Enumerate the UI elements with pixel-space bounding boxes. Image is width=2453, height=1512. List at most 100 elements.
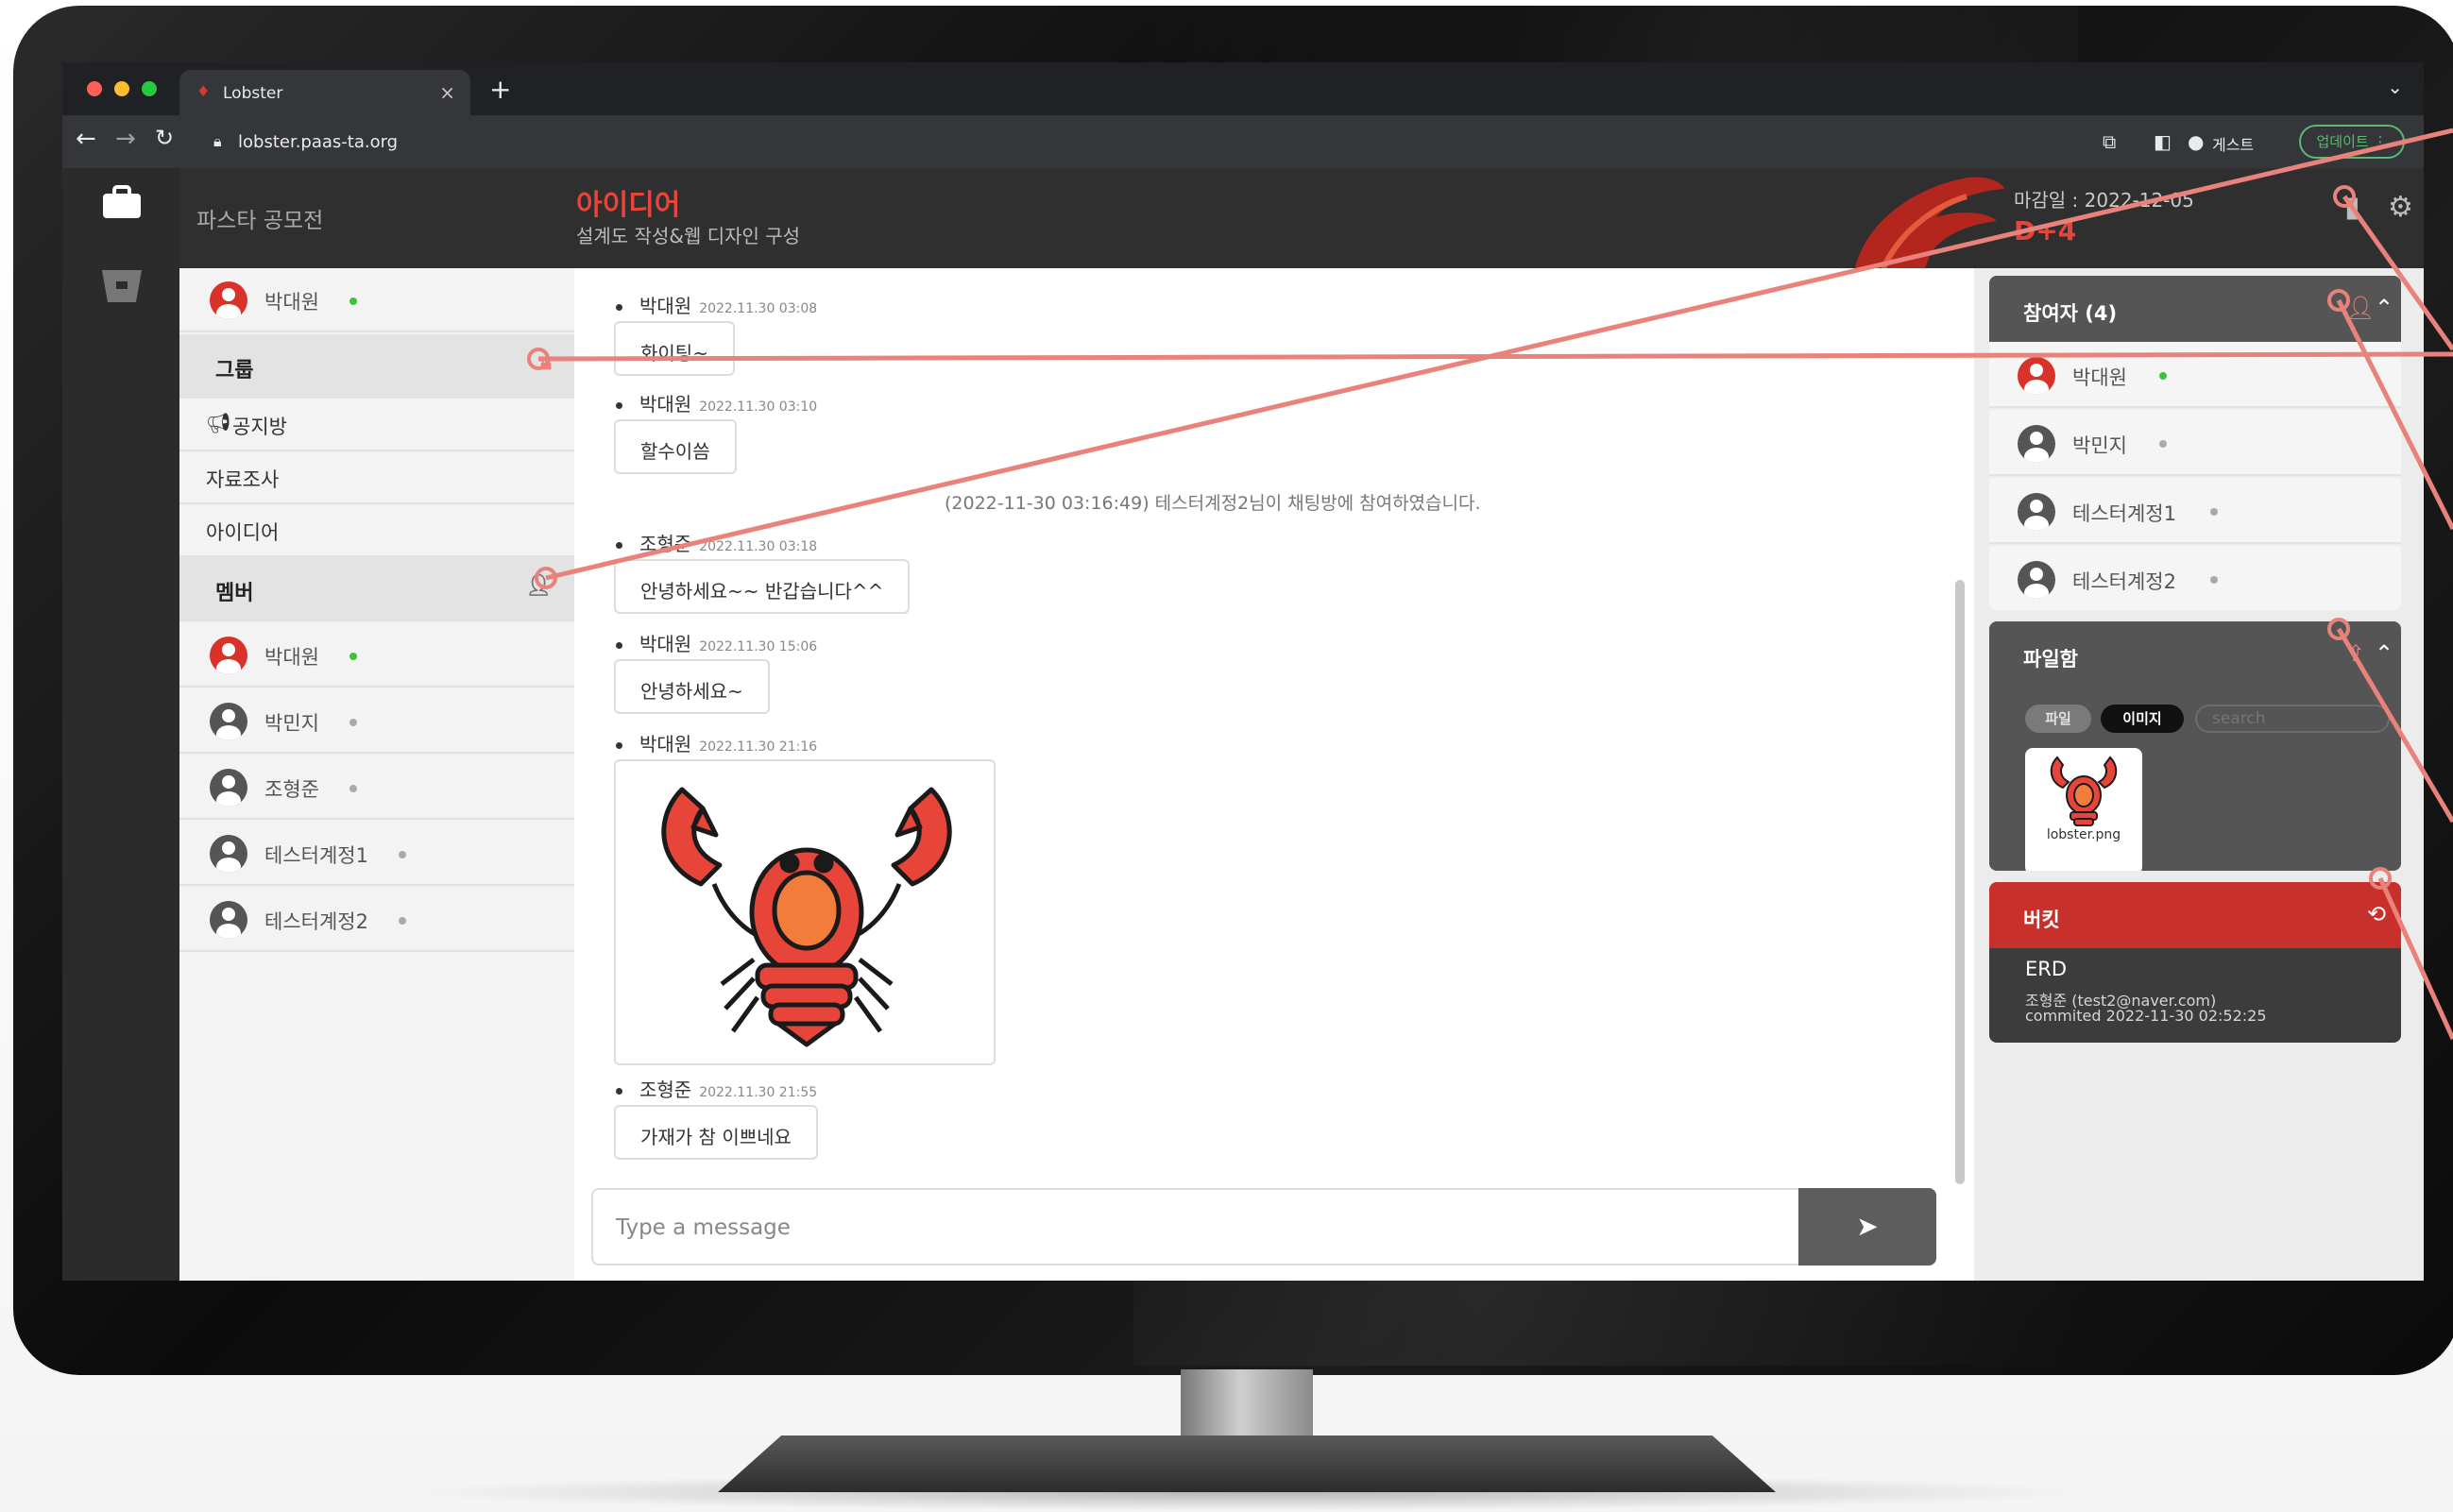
url-text: lobster.paas-ta.org: [238, 132, 399, 152]
close-window-button[interactable]: [87, 81, 102, 96]
member-name: 테스터계정1: [264, 844, 368, 867]
offline-status-dot: [399, 917, 406, 925]
message-bubble: 할수이씀: [614, 419, 737, 474]
avatar: [2018, 425, 2055, 463]
app-header: 파스타 공모전 아이디어 설계도 작성&웹 디자인 구성 마감일 : 2022-…: [179, 168, 2424, 268]
add-participant-icon[interactable]: 👤︎: [2346, 295, 2375, 321]
member-item[interactable]: 테스터계정2: [179, 888, 574, 952]
lobster-claw-logo: [1855, 177, 2004, 268]
forward-arrow-icon[interactable]: →: [115, 125, 136, 153]
sidepanel-icon[interactable]: ◧: [2154, 130, 2172, 153]
participant-item[interactable]: 박민지: [1989, 410, 2401, 476]
translate-icon[interactable]: ⧉: [2103, 130, 2116, 153]
close-tab-icon[interactable]: ×: [439, 81, 455, 104]
upload-file-icon[interactable]: ⇪: [2346, 640, 2365, 667]
message-time: 2022.11.30 15:06: [699, 639, 818, 654]
monitor-mockup: ♦ Lobster × + ⌄ ← → ↻ 🔒︎ lobster.paas-ta…: [0, 0, 2453, 1512]
profile-icon[interactable]: ●: [2188, 130, 2204, 153]
minimize-window-button[interactable]: [114, 81, 130, 96]
address-bar[interactable]: 🔒︎ lobster.paas-ta.org: [204, 124, 2140, 160]
avatar: [210, 703, 247, 740]
participant-name: 테스터계정1: [2072, 502, 2176, 525]
current-user-name: 박대원: [264, 291, 319, 314]
commit-title: ERD: [2025, 958, 2068, 980]
maximize-window-button[interactable]: [142, 81, 158, 96]
collapse-chevron-icon[interactable]: ⌃: [2375, 295, 2393, 321]
image-tab[interactable]: 이미지: [2101, 705, 2184, 733]
lobster-thumbnail: [2050, 756, 2118, 826]
current-user[interactable]: 박대원: [179, 268, 574, 332]
avatar: [210, 637, 247, 674]
lock-icon[interactable]: 🔒︎: [540, 351, 552, 375]
message-composer: ➤: [591, 1188, 1936, 1266]
file-box-body: 파일 이미지 search lobster.png: [1989, 688, 2401, 871]
bucket-header[interactable]: 버킷 ⟲: [1989, 882, 2401, 948]
commit-timestamp: commited 2022-11-30 02:52:25: [2025, 1007, 2267, 1025]
browser-tab[interactable]: ♦ Lobster ×: [179, 70, 470, 115]
participant-name: 테스터계정2: [2072, 570, 2176, 593]
participant-item[interactable]: 테스터계정1: [1989, 478, 2401, 544]
offline-status-dot: [349, 785, 357, 792]
participants-header[interactable]: 참여자 (4) 👤︎ ⌃: [1989, 276, 2401, 342]
member-item[interactable]: 조형준: [179, 756, 574, 820]
member-name: 박대원: [264, 646, 319, 669]
update-button[interactable]: 업데이트 ⋮: [2299, 125, 2405, 159]
message-input[interactable]: [616, 1211, 1749, 1245]
member-item[interactable]: 박민지: [179, 689, 574, 754]
message-author: 박대원: [639, 393, 692, 416]
profile-label[interactable]: 게스트: [2212, 132, 2254, 155]
message-meta: 조형준 2022.11.30 21:55: [616, 1075, 817, 1102]
bookmark-icon[interactable]: ▮: [2344, 191, 2360, 224]
avatar: [210, 835, 247, 873]
message-bubble: 화이팅~: [614, 321, 735, 376]
add-member-icon[interactable]: 👤︎: [525, 574, 552, 598]
member-name: 조형준: [264, 778, 319, 801]
offline-status-dot: [2210, 508, 2218, 516]
collapse-chevron-icon[interactable]: ⌃: [2375, 640, 2393, 667]
chat-scrollbar[interactable]: [1955, 580, 1965, 1184]
message-meta: 박대원 2022.11.30 03:10: [616, 389, 817, 416]
reload-icon[interactable]: ↻: [155, 125, 174, 151]
file-search-input[interactable]: [2195, 705, 2390, 733]
icon-rail: [62, 168, 179, 1281]
sidebar: 박대원 그룹 🔒︎ 📢︎ 공지방 자료조사 아이디어 멤버 👤︎ 박대원 박민지…: [179, 268, 574, 1281]
briefcase-icon[interactable]: [100, 183, 144, 221]
channel-item-notice[interactable]: 📢︎ 공지방: [179, 399, 574, 451]
group-header-label: 그룹: [215, 359, 254, 382]
participant-item[interactable]: 박대원: [1989, 342, 2401, 408]
channel-label: 아이디어: [206, 521, 280, 544]
channel-item-idea[interactable]: 아이디어: [179, 504, 574, 557]
new-tab-button[interactable]: +: [489, 74, 511, 105]
tab-search-chevron-icon[interactable]: ⌄: [2387, 76, 2403, 98]
commit-item[interactable]: ERD 조형준 (test2@naver.com) commited 2022-…: [1989, 948, 2401, 1043]
org-name: 파스타 공모전: [196, 209, 324, 233]
browser-tabbar: ♦ Lobster × + ⌄: [62, 62, 2424, 115]
participant-item[interactable]: 테스터계정2: [1989, 546, 2401, 610]
deadline: 마감일 : 2022-12-05: [2014, 189, 2194, 212]
bucket-title: 버킷: [2023, 909, 2060, 931]
file-box-header[interactable]: 파일함 ⇪ ⌃: [1989, 621, 2401, 688]
channel-item-research[interactable]: 자료조사: [179, 451, 574, 504]
send-icon: ➤: [1856, 1211, 1879, 1242]
bucket-refresh-icon[interactable]: ⟲: [2367, 901, 2386, 927]
channel-subtitle: 설계도 작성&웹 디자인 구성: [576, 225, 801, 247]
message-bubble: 가재가 참 이쁘네요: [614, 1105, 818, 1160]
member-item[interactable]: 박대원: [179, 623, 574, 688]
online-status-dot: [2159, 372, 2167, 380]
message-meta: 박대원 2022.11.30 03:08: [616, 291, 817, 318]
back-arrow-icon[interactable]: ←: [76, 125, 96, 153]
message-time: 2022.11.30 03:18: [699, 539, 818, 554]
send-button[interactable]: ➤: [1798, 1188, 1936, 1266]
member-item[interactable]: 테스터계정1: [179, 822, 574, 886]
offline-status-dot: [2210, 576, 2218, 584]
gear-icon[interactable]: ⚙: [2388, 191, 2413, 224]
member-name: 테스터계정2: [264, 910, 368, 933]
file-item[interactable]: lobster.png: [2025, 748, 2142, 871]
bucket-icon[interactable]: [100, 266, 144, 304]
image-message[interactable]: [614, 759, 996, 1065]
message-meta: 조형준 2022.11.30 03:18: [616, 529, 817, 556]
offline-status-dot: [399, 851, 406, 858]
screen: ♦ Lobster × + ⌄ ← → ↻ 🔒︎ lobster.paas-ta…: [62, 62, 2424, 1281]
file-tab[interactable]: 파일: [2025, 705, 2091, 733]
channel-title: 아이디어: [576, 189, 681, 222]
